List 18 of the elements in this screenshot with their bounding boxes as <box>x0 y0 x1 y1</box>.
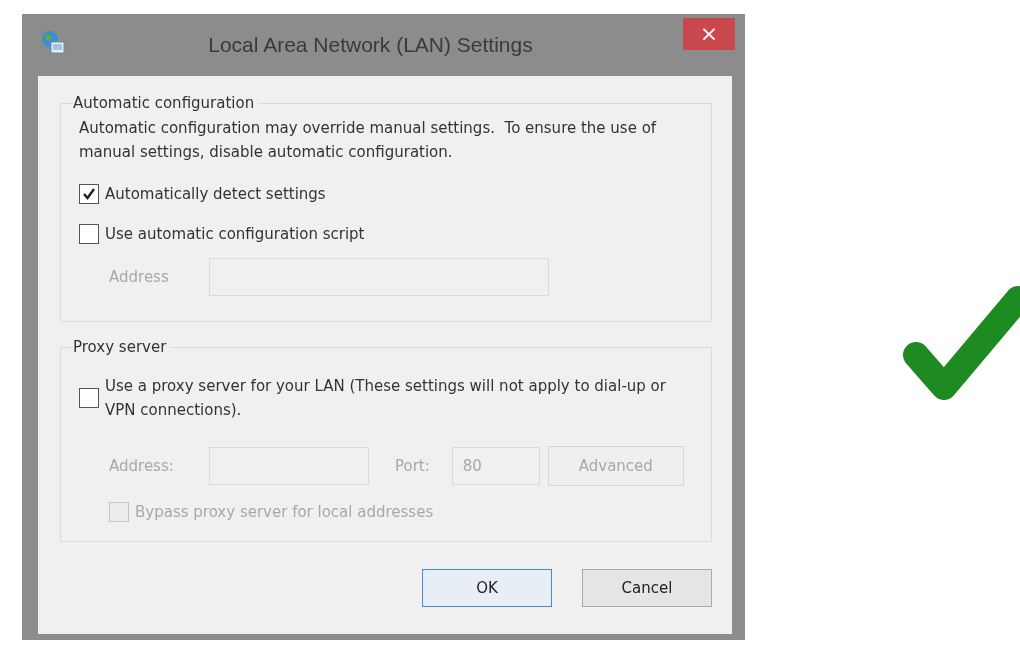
field-label: Port: <box>395 457 430 475</box>
checkbox-label: Automatically detect settings <box>105 185 326 203</box>
window-title: Local Area Network (LAN) Settings <box>207 33 534 57</box>
checkbox-label: Use automatic configuration script <box>105 225 365 243</box>
group-label: Automatic configuration <box>73 94 256 112</box>
ok-button[interactable]: OK <box>422 569 552 607</box>
field-label: Address <box>109 268 170 286</box>
checkbox[interactable] <box>79 184 99 204</box>
group-label: Proxy server <box>73 338 168 356</box>
field-label: Address: <box>109 457 175 475</box>
close-button[interactable]: × <box>683 18 735 50</box>
checkbox-label: Use a proxy server for your LAN (These settings will not apply to dial-up or VPN connections). <box>105 376 667 421</box>
checkbox[interactable] <box>79 388 99 408</box>
checkbox[interactable] <box>79 224 99 244</box>
description-text: Automatic configuration may override manual settings. To ensure the use of manual settings, disable automatic configuration. <box>79 118 658 163</box>
globe-icon <box>40 29 66 55</box>
checkbox-label: Bypass proxy server for local addresses <box>135 503 434 521</box>
cancel-button[interactable]: Cancel <box>582 569 712 607</box>
